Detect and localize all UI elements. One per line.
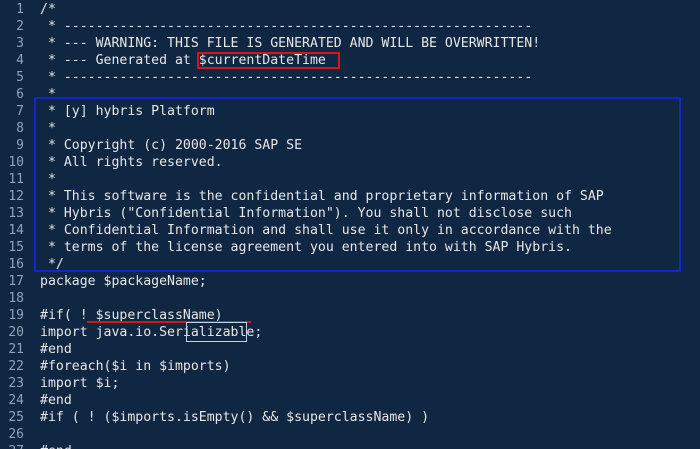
line-number: 9 [16, 138, 24, 153]
line-number: 10 [8, 155, 24, 170]
line-number-gutter: 1 2 3 4 5 6 7 8 9 10 11 12 13 14 15 16 17 18 19 20 21 22 23 24 2… [0, 0, 28, 449]
line-number: 8 [16, 121, 24, 136]
code-line[interactable]: * --------------------------------------… [40, 69, 532, 86]
code-editor[interactable]: 1 2 3 4 5 6 7 8 9 10 11 12 13 14 15 16 17 18 19 20 21 22 23 24 2… [0, 0, 700, 449]
line-number: 24 [8, 393, 24, 408]
line-number: 27 [0, 443, 24, 449]
code-line[interactable]: #end [40, 443, 72, 449]
code-line[interactable]: #foreach($i in $imports) [40, 358, 231, 375]
line-number: 13 [8, 206, 24, 221]
line-number: 18 [8, 291, 24, 306]
line-number: 3 [16, 36, 24, 51]
line-number: 5 [16, 70, 24, 85]
serial-word-selection-box [186, 322, 247, 342]
line-number: 23 [8, 376, 24, 391]
line-number: 4 [16, 53, 24, 68]
line-number: 7 [16, 104, 24, 119]
line-number: 17 [8, 274, 24, 289]
code-line[interactable]: import $i; [40, 375, 119, 392]
line-number: 21 [8, 342, 24, 357]
line-number: 12 [8, 189, 24, 204]
license-header-highlight-box [34, 97, 681, 272]
line-number: 25 [8, 410, 24, 425]
line-number: 6 [16, 87, 24, 102]
line-number: 11 [8, 172, 24, 187]
line-number: 20 [8, 325, 24, 340]
line-number: 26 [8, 427, 24, 442]
code-line[interactable]: * --- WARNING: THIS FILE IS GENERATED AN… [40, 35, 540, 52]
line-number: 22 [8, 359, 24, 374]
line-number: 19 [8, 308, 24, 323]
code-line[interactable]: package $packageName; [40, 273, 207, 290]
code-line[interactable]: #end [40, 341, 72, 358]
line-number: 2 [16, 19, 24, 34]
line-number: 16 [8, 257, 24, 272]
code-line[interactable]: * --------------------------------------… [40, 18, 532, 35]
line-number: 1 [16, 2, 24, 17]
code-line[interactable]: /* [40, 1, 56, 18]
line-number: 15 [8, 240, 24, 255]
code-line[interactable]: #if ( ! ($imports.isEmpty() && $supercla… [40, 409, 429, 426]
code-line[interactable]: #end [40, 392, 72, 409]
line-number: 14 [8, 223, 24, 238]
current-date-time-highlight-box [197, 52, 340, 69]
